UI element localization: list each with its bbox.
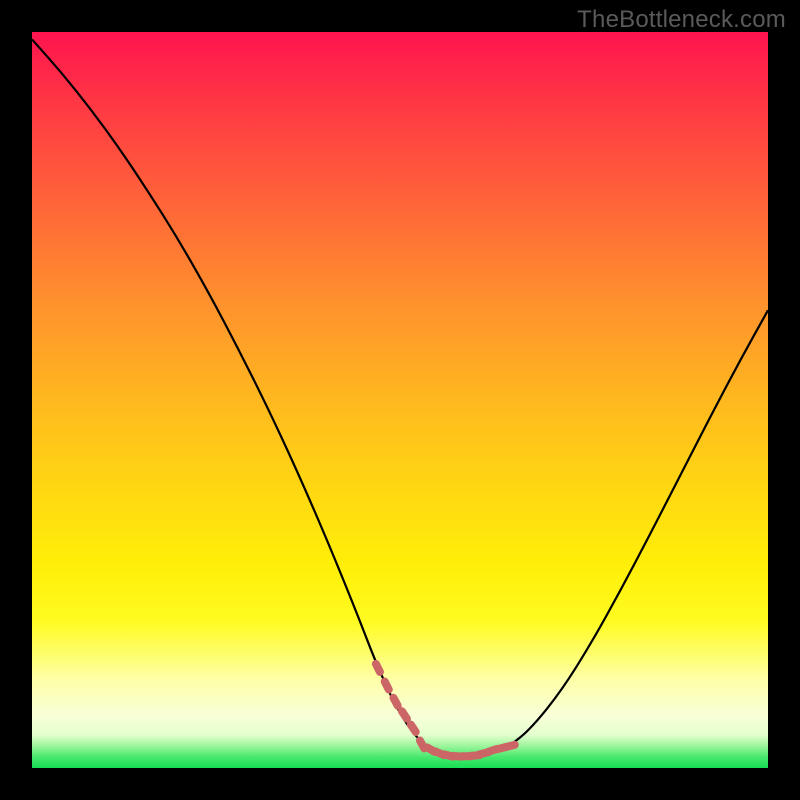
curve-layer [32, 32, 768, 768]
valley-marker [376, 664, 515, 757]
bottleneck-curve [32, 39, 768, 755]
chart-frame: TheBottleneck.com [0, 0, 800, 800]
watermark-text: TheBottleneck.com [577, 6, 786, 34]
plot-area [32, 32, 768, 768]
